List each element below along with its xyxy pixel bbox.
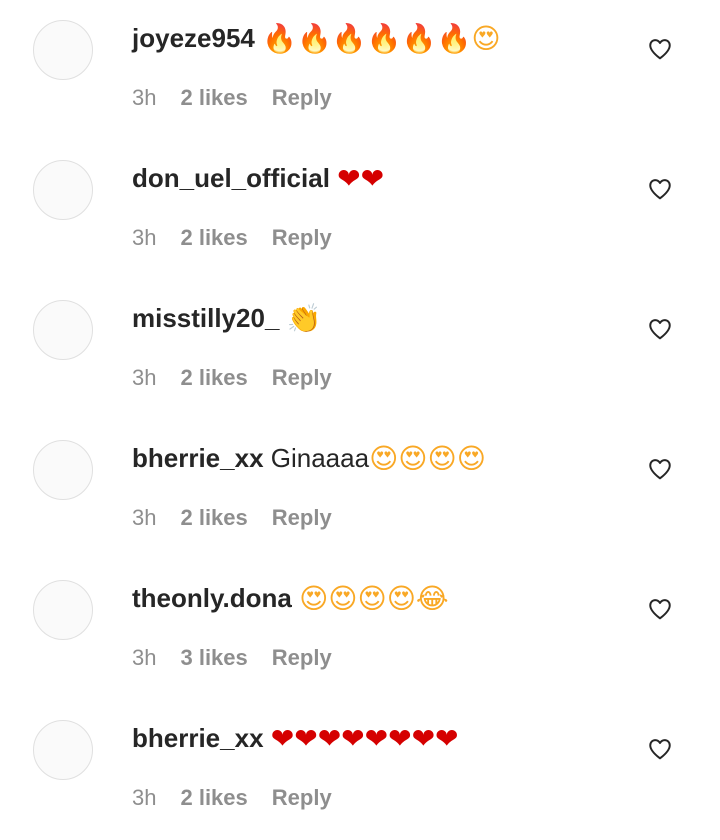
likes-count[interactable]: 2 likes — [180, 785, 247, 811]
likes-count[interactable]: 2 likes — [180, 85, 247, 111]
reply-button[interactable]: Reply — [272, 505, 332, 531]
heart-eyes-emoji: 😍 — [398, 441, 428, 475]
heart-eyes-emoji: 😍 — [328, 581, 358, 615]
comment-meta: 3h 2 likes Reply — [132, 364, 332, 392]
fire-emoji: 🔥 — [401, 21, 437, 55]
comment-row: don_uel_official ❤ ❤ 3h 2 likes Reply — [0, 140, 720, 280]
comments-list: joyeze954 🔥 🔥 🔥 🔥 🔥 🔥 😍 3h 2 likes Reply don_uel_o… — [0, 0, 720, 840]
comment-timestamp: 3h — [132, 645, 157, 670]
comment-row: bherrie_xx Ginaaaa 😍 😍 😍 😍 3h 2 likes Reply — [0, 420, 720, 560]
red-heart-emoji: ❤ — [411, 721, 436, 755]
comment-row: theonly.dona 😍 😍 😍 😍 😂 3h 3 likes Reply — [0, 560, 720, 700]
red-heart-emoji: ❤ — [294, 721, 318, 755]
comment-text-line: joyeze954 🔥 🔥 🔥 🔥 🔥 🔥 😍 — [132, 18, 501, 58]
tears-of-joy-emoji: 😂 — [415, 581, 449, 615]
like-button[interactable] — [647, 456, 673, 482]
fire-emoji: 🔥 — [262, 21, 297, 55]
heart-outline-icon — [649, 319, 671, 340]
fire-emoji: 🔥 — [296, 21, 332, 55]
comment-row: misstilly20_ 👏 3h 2 likes Reply — [0, 280, 720, 420]
comment-timestamp: 3h — [132, 505, 157, 530]
comment-text-line: don_uel_official ❤ ❤ — [132, 158, 384, 198]
comment-timestamp: 3h — [132, 365, 157, 390]
red-heart-emoji: ❤ — [337, 161, 361, 195]
heart-outline-icon — [649, 599, 671, 620]
heart-eyes-emoji: 😍 — [299, 581, 329, 615]
comment-meta: 3h 3 likes Reply — [132, 644, 332, 672]
like-button[interactable] — [647, 316, 673, 342]
heart-eyes-emoji: 😍 — [369, 441, 399, 475]
like-button[interactable] — [647, 736, 673, 762]
heart-eyes-emoji: 😍 — [456, 441, 486, 475]
comment-text-line: bherrie_xx Ginaaaa 😍 😍 😍 😍 — [132, 438, 486, 478]
comment-username[interactable]: don_uel_official — [132, 163, 330, 194]
fire-emoji: 🔥 — [436, 21, 472, 55]
heart-outline-icon — [649, 459, 671, 480]
comment-username[interactable]: theonly.dona — [132, 583, 292, 614]
comment-row: joyeze954 🔥 🔥 🔥 🔥 🔥 🔥 😍 3h 2 likes Reply — [0, 0, 720, 140]
red-heart-emoji: ❤ — [435, 721, 459, 755]
comment-username[interactable]: bherrie_xx — [132, 443, 264, 474]
red-heart-emoji: ❤ — [388, 721, 412, 755]
heart-outline-icon — [649, 179, 671, 200]
comment-username[interactable]: joyeze954 — [132, 23, 255, 54]
heart-eyes-emoji: 😍 — [427, 441, 457, 475]
red-heart-emoji: ❤ — [317, 721, 342, 755]
comment-meta: 3h 2 likes Reply — [132, 84, 332, 112]
reply-button[interactable]: Reply — [272, 365, 332, 391]
heart-eyes-emoji: 😍 — [471, 21, 501, 55]
avatar[interactable] — [33, 160, 93, 220]
like-button[interactable] — [647, 596, 673, 622]
comment-meta: 3h 2 likes Reply — [132, 784, 332, 812]
like-button[interactable] — [647, 176, 673, 202]
comment-timestamp: 3h — [132, 225, 157, 250]
comment-meta: 3h 2 likes Reply — [132, 504, 332, 532]
likes-count[interactable]: 2 likes — [180, 225, 247, 251]
comment-text-line: theonly.dona 😍 😍 😍 😍 😂 — [132, 578, 449, 618]
avatar[interactable] — [33, 300, 93, 360]
comment-text-line: misstilly20_ 👏 — [132, 298, 322, 338]
red-heart-emoji: ❤ — [270, 721, 295, 755]
comment-meta: 3h 2 likes Reply — [132, 224, 332, 252]
heart-outline-icon — [649, 39, 671, 60]
comment-text-line: bherrie_xx ❤ ❤ ❤ ❤ ❤ ❤ ❤ ❤ — [132, 718, 459, 758]
clapping-hands-emoji: 👏 — [286, 301, 322, 335]
comment-row: bherrie_xx ❤ ❤ ❤ ❤ ❤ ❤ ❤ ❤ 3h 2 likes Reply — [0, 700, 720, 840]
comment-username[interactable]: bherrie_xx — [132, 723, 264, 754]
reply-button[interactable]: Reply — [272, 85, 332, 111]
fire-emoji: 🔥 — [366, 21, 402, 55]
comment-body-text: Ginaaaa — [270, 442, 370, 473]
reply-button[interactable]: Reply — [272, 225, 332, 251]
avatar[interactable] — [33, 720, 93, 780]
red-heart-emoji: ❤ — [341, 721, 365, 755]
heart-eyes-emoji: 😍 — [386, 581, 416, 615]
comment-timestamp: 3h — [132, 85, 157, 110]
likes-count[interactable]: 3 likes — [180, 645, 247, 671]
heart-outline-icon — [649, 739, 671, 760]
red-heart-emoji: ❤ — [364, 721, 389, 755]
avatar[interactable] — [33, 20, 93, 80]
like-button[interactable] — [647, 36, 673, 62]
reply-button[interactable]: Reply — [272, 785, 332, 811]
red-heart-emoji: ❤ — [360, 161, 385, 195]
avatar[interactable] — [33, 580, 93, 640]
comment-username[interactable]: misstilly20_ — [132, 303, 279, 334]
reply-button[interactable]: Reply — [272, 645, 332, 671]
avatar[interactable] — [33, 440, 93, 500]
likes-count[interactable]: 2 likes — [180, 365, 247, 391]
heart-eyes-emoji: 😍 — [357, 581, 387, 615]
fire-emoji: 🔥 — [331, 21, 367, 55]
comment-timestamp: 3h — [132, 785, 157, 810]
likes-count[interactable]: 2 likes — [180, 505, 247, 531]
